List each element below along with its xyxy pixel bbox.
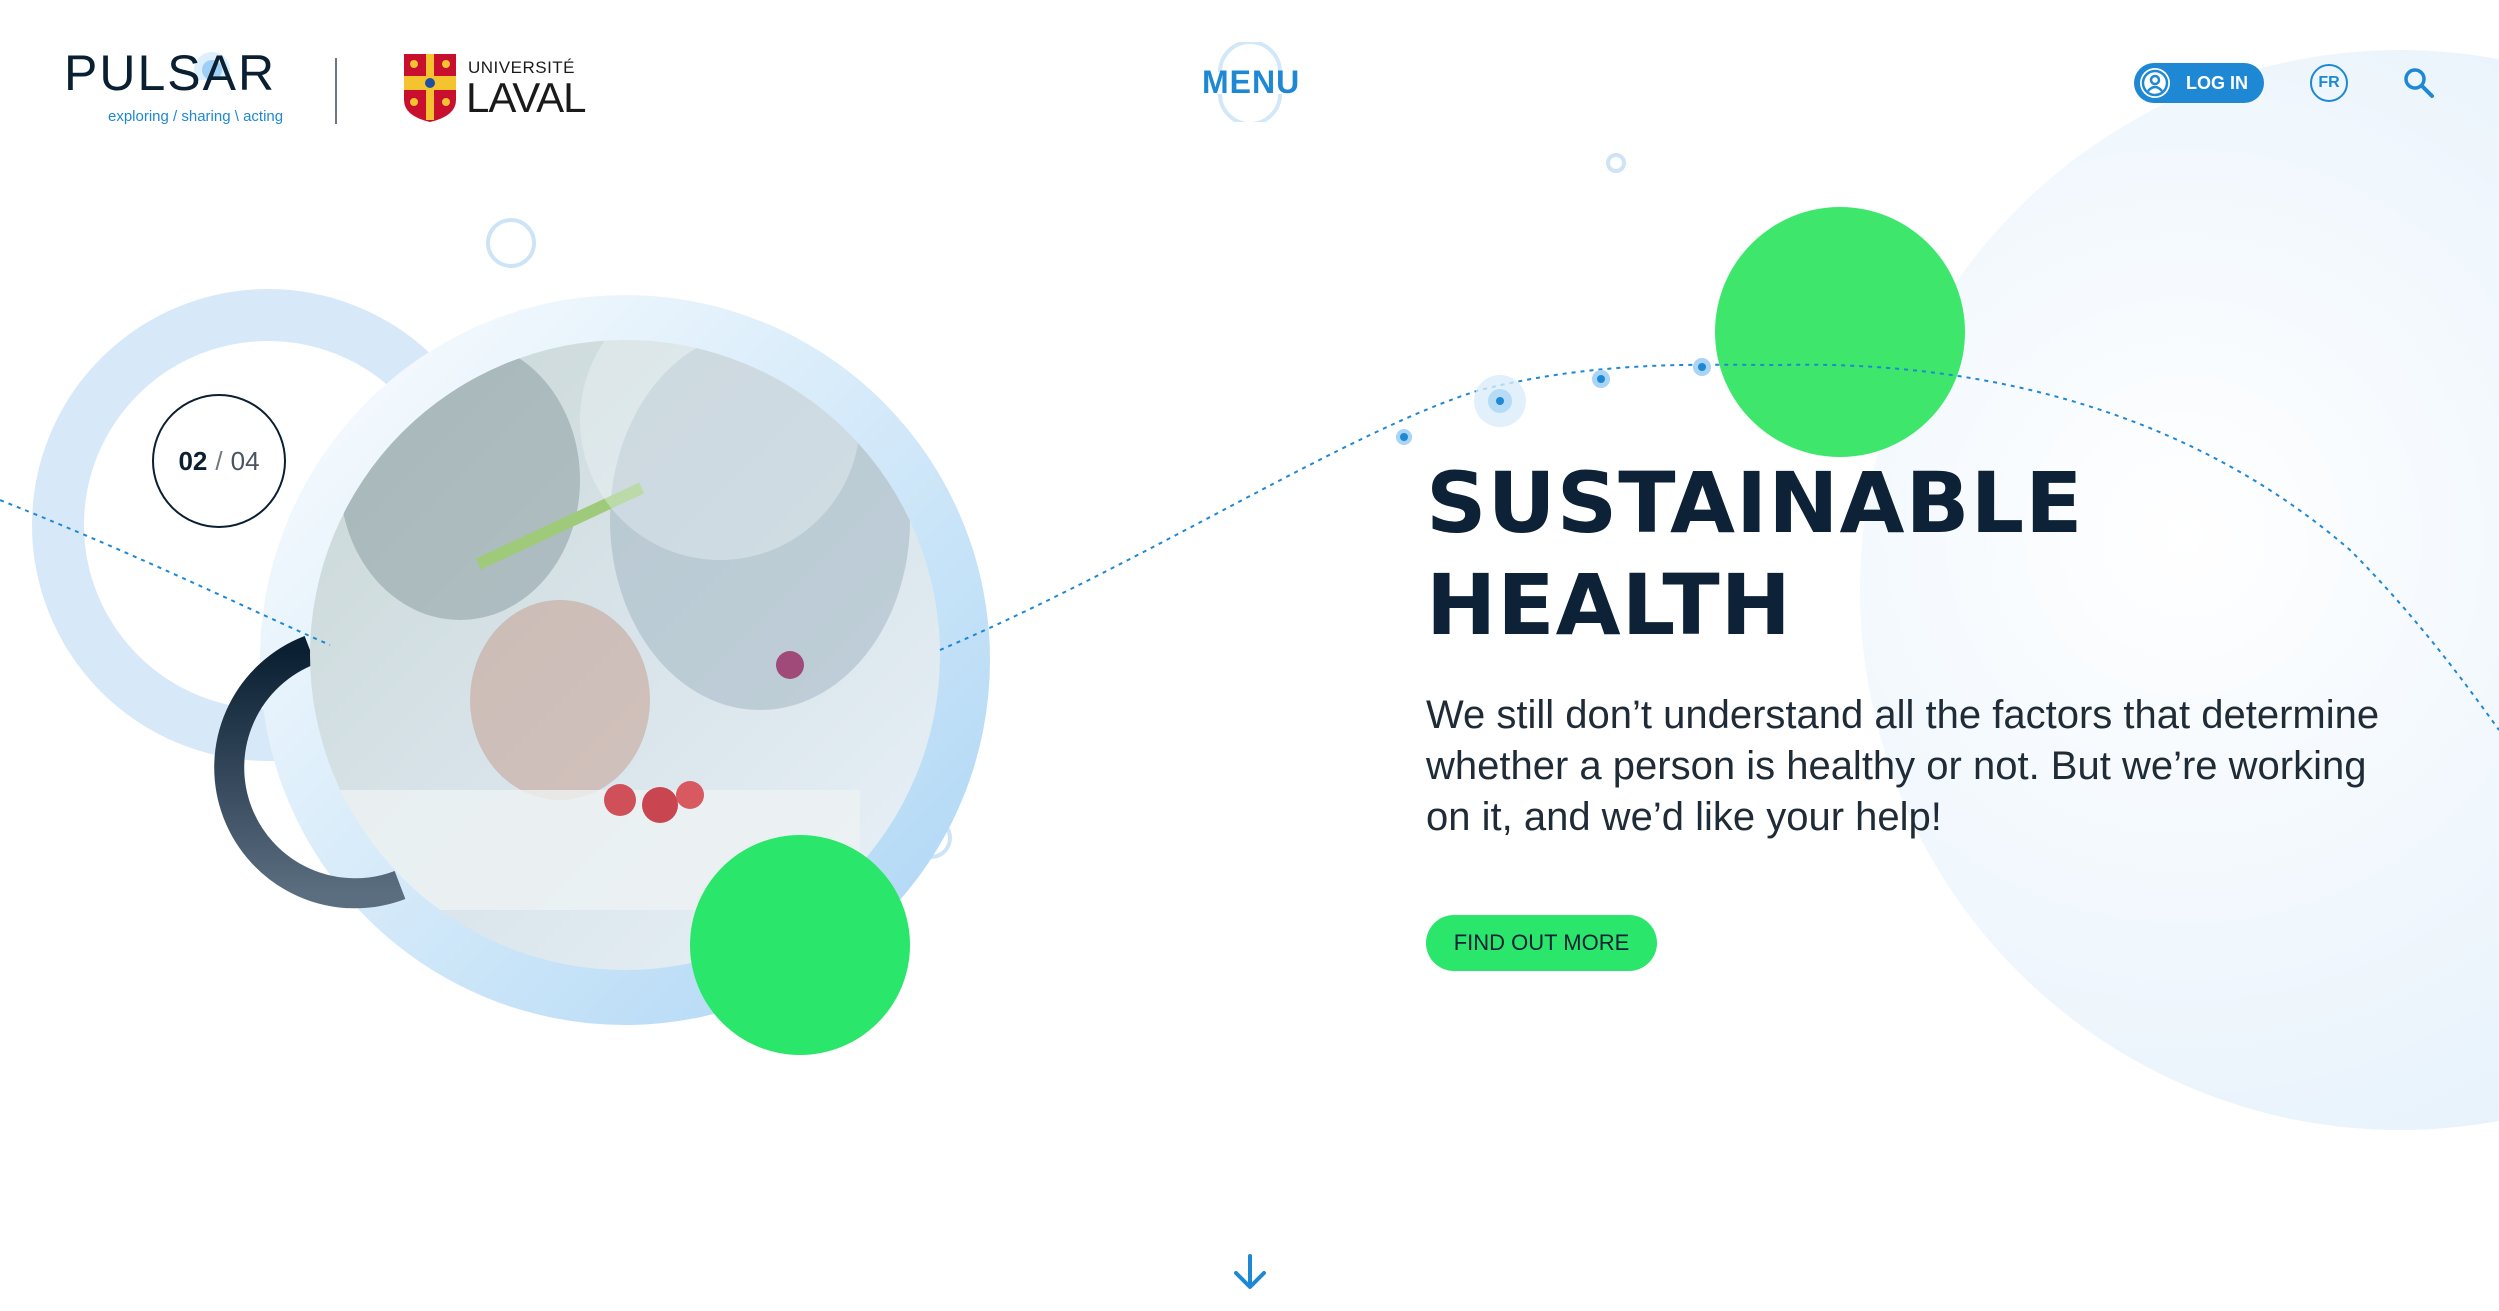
login-button[interactable]: LOG IN bbox=[2134, 63, 2264, 103]
search-icon[interactable] bbox=[2402, 66, 2436, 100]
site-header: PULSAR exploring / sharing \ acting UNIV… bbox=[0, 0, 2499, 170]
hero-title: SUSTAINABLE HEALTH bbox=[1426, 452, 2326, 656]
login-label: LOG IN bbox=[2186, 72, 2248, 93]
pulsar-wordmark: PULSAR bbox=[64, 45, 277, 101]
slide-separator: / bbox=[215, 445, 223, 476]
arrow-down-icon[interactable] bbox=[1230, 1252, 1270, 1292]
wave-dot bbox=[1597, 375, 1605, 383]
hero-title-line1: SUSTAINABLE bbox=[1426, 454, 2084, 552]
slide-counter: 02 / 04 bbox=[152, 394, 286, 528]
laval-crest-icon bbox=[404, 54, 456, 122]
slide-total: 04 bbox=[230, 445, 260, 476]
wave-dot bbox=[1400, 433, 1408, 441]
language-toggle[interactable]: FR bbox=[2310, 64, 2348, 102]
hero-description: We still don’t understand all the factor… bbox=[1426, 693, 2380, 839]
universite-laval-logo[interactable]: UNIVERSITÉ LAVAL bbox=[402, 52, 602, 124]
hero-title-line2: HEALTH bbox=[1426, 556, 1792, 654]
pulsar-tagline: exploring / sharing \ acting bbox=[108, 108, 284, 125]
wave-dot bbox=[1698, 363, 1706, 371]
user-circle-icon bbox=[2140, 68, 2170, 98]
menu-button[interactable]: MENU bbox=[1202, 42, 1301, 122]
wave-dot bbox=[1496, 397, 1504, 405]
green-circle-top bbox=[1715, 207, 1965, 457]
logo-divider bbox=[335, 58, 337, 124]
green-circle-bottom bbox=[690, 835, 910, 1055]
laval-name-text: LAVAL bbox=[466, 74, 587, 121]
pulsar-logo[interactable]: PULSAR exploring / sharing \ acting bbox=[64, 44, 304, 134]
menu-label: MENU bbox=[1202, 64, 1301, 100]
page: PULSAR exploring / sharing \ acting UNIV… bbox=[0, 0, 2499, 1311]
bg-small-circle bbox=[486, 218, 536, 268]
find-out-more-button[interactable]: FIND OUT MORE bbox=[1426, 915, 1657, 971]
slide-current: 02 bbox=[178, 445, 208, 476]
